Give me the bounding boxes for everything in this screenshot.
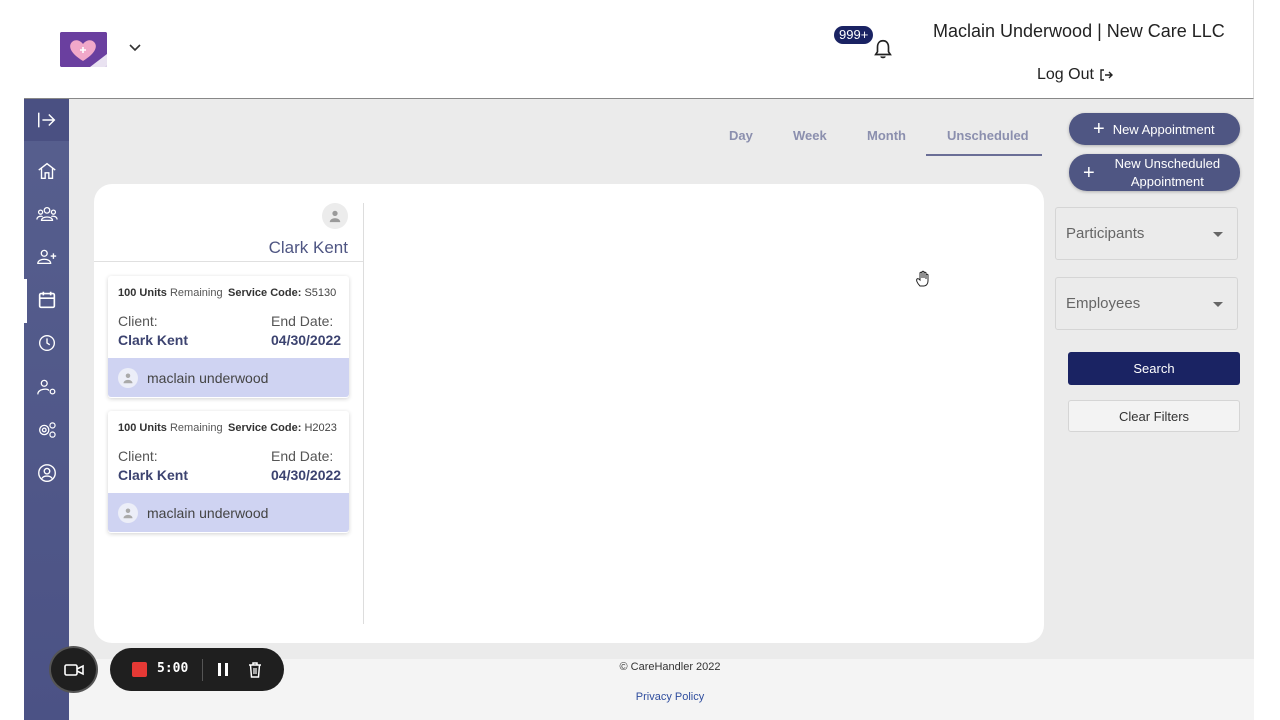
person-icon — [118, 502, 138, 523]
sidebar-item-settings[interactable] — [35, 419, 59, 441]
tab-day[interactable]: Day — [729, 128, 753, 143]
top-header: 999+ Maclain Underwood | New Care LLC Lo… — [24, 0, 1254, 99]
logout-label: Log Out — [1037, 66, 1094, 83]
app-logo[interactable] — [60, 32, 107, 67]
tab-week[interactable]: Week — [793, 128, 827, 143]
tab-month[interactable]: Month — [867, 128, 906, 143]
clear-filters-button[interactable]: Clear Filters — [1068, 400, 1240, 432]
sidebar — [24, 99, 69, 720]
service-code: Service Code: S5130 — [228, 287, 337, 299]
plus-icon: + — [1083, 161, 1095, 184]
units-remaining: 100 Units Remaining — [118, 422, 223, 434]
chevron-down-icon[interactable] — [128, 40, 142, 54]
appointment-card[interactable]: 100 Units Remaining Service Code: H2023 … — [108, 411, 349, 533]
assigned-employee[interactable]: maclain underwood — [108, 493, 349, 532]
add-user-icon — [37, 249, 57, 265]
sidebar-item-account[interactable] — [35, 462, 59, 484]
calendar-icon — [38, 291, 56, 309]
sidebar-item-user-settings[interactable] — [35, 376, 59, 398]
home-icon — [38, 162, 56, 180]
client-header-divider — [94, 261, 363, 262]
clock-icon — [38, 334, 56, 352]
new-unscheduled-label: New Unscheduled Appointment — [1095, 155, 1240, 191]
logout-icon — [1100, 69, 1113, 81]
service-code: Service Code: H2023 — [228, 422, 337, 434]
account-circle-icon — [38, 464, 56, 482]
client-label: Client: — [118, 313, 158, 329]
recording-timer: 5:00 — [157, 661, 189, 676]
hand-cursor-icon — [916, 270, 929, 287]
end-date-label: End Date: — [271, 313, 334, 329]
active-tab-indicator — [926, 154, 1042, 156]
gears-icon — [39, 422, 56, 438]
collapse-arrow-icon — [38, 112, 56, 128]
units-remaining: 100 Units Remaining — [118, 287, 223, 299]
employee-name: maclain underwood — [147, 369, 269, 386]
tab-unscheduled[interactable]: Unscheduled — [947, 128, 1029, 143]
end-date-value: 04/30/2022 — [271, 467, 342, 483]
new-unscheduled-appointment-button[interactable]: + New Unscheduled Appointment — [1069, 154, 1240, 191]
trash-icon[interactable] — [247, 661, 263, 678]
client-value: Clark Kent — [118, 332, 189, 348]
employee-name: maclain underwood — [147, 504, 269, 521]
sidebar-item-calendar[interactable] — [35, 289, 59, 311]
client-avatar — [322, 203, 348, 229]
notification-count-badge: 999+ — [834, 26, 874, 44]
heart-plus-logo-icon — [60, 32, 107, 67]
new-appointment-label: New Appointment — [1112, 121, 1215, 137]
new-unscheduled-label-line2: Appointment — [1130, 173, 1204, 189]
sidebar-item-add-user[interactable] — [35, 246, 59, 268]
caret-down-icon — [1213, 302, 1223, 307]
employees-placeholder: Employees — [1066, 295, 1141, 312]
client-label: Client: — [118, 448, 158, 464]
group-icon — [36, 206, 58, 222]
column-divider — [363, 203, 364, 624]
search-button[interactable]: Search — [1068, 352, 1240, 385]
sidebar-active-indicator — [24, 279, 27, 323]
plus-icon: + — [1093, 118, 1105, 140]
logout-button[interactable]: Log Out — [1037, 66, 1114, 84]
new-appointment-button[interactable]: + New Appointment — [1069, 113, 1240, 145]
end-date-value: 04/30/2022 — [271, 332, 342, 348]
pause-icon[interactable] — [216, 662, 230, 677]
employees-select[interactable]: Employees — [1055, 277, 1238, 330]
privacy-policy-link[interactable]: Privacy Policy — [0, 691, 1280, 703]
assigned-employee[interactable]: maclain underwood — [108, 358, 349, 397]
sidebar-item-clock[interactable] — [35, 332, 59, 354]
client-value: Clark Kent — [118, 467, 189, 483]
camera-toggle[interactable] — [51, 648, 96, 691]
recording-controls: 5:00 — [110, 648, 284, 691]
appointment-card[interactable]: 100 Units Remaining Service Code: S5130 … — [108, 276, 349, 398]
recorder-divider — [202, 659, 203, 681]
stop-recording-button[interactable] — [132, 662, 147, 677]
sidebar-item-group[interactable] — [35, 203, 59, 225]
person-icon — [329, 210, 341, 223]
bell-icon[interactable] — [872, 38, 894, 60]
sidebar-item-home[interactable] — [35, 160, 59, 182]
sidebar-item-collapse[interactable] — [35, 109, 59, 131]
user-settings-icon — [37, 379, 56, 395]
client-name-heading: Clark Kent — [268, 238, 348, 257]
end-date-label: End Date: — [271, 448, 334, 464]
new-unscheduled-label-line1: New Unscheduled — [1114, 155, 1221, 171]
video-camera-icon — [63, 663, 84, 676]
participants-select[interactable]: Participants — [1055, 207, 1238, 260]
caret-down-icon — [1213, 232, 1223, 237]
participants-placeholder: Participants — [1066, 225, 1145, 242]
user-company-name: Maclain Underwood | New Care LLC — [933, 21, 1225, 41]
person-icon — [118, 367, 138, 388]
